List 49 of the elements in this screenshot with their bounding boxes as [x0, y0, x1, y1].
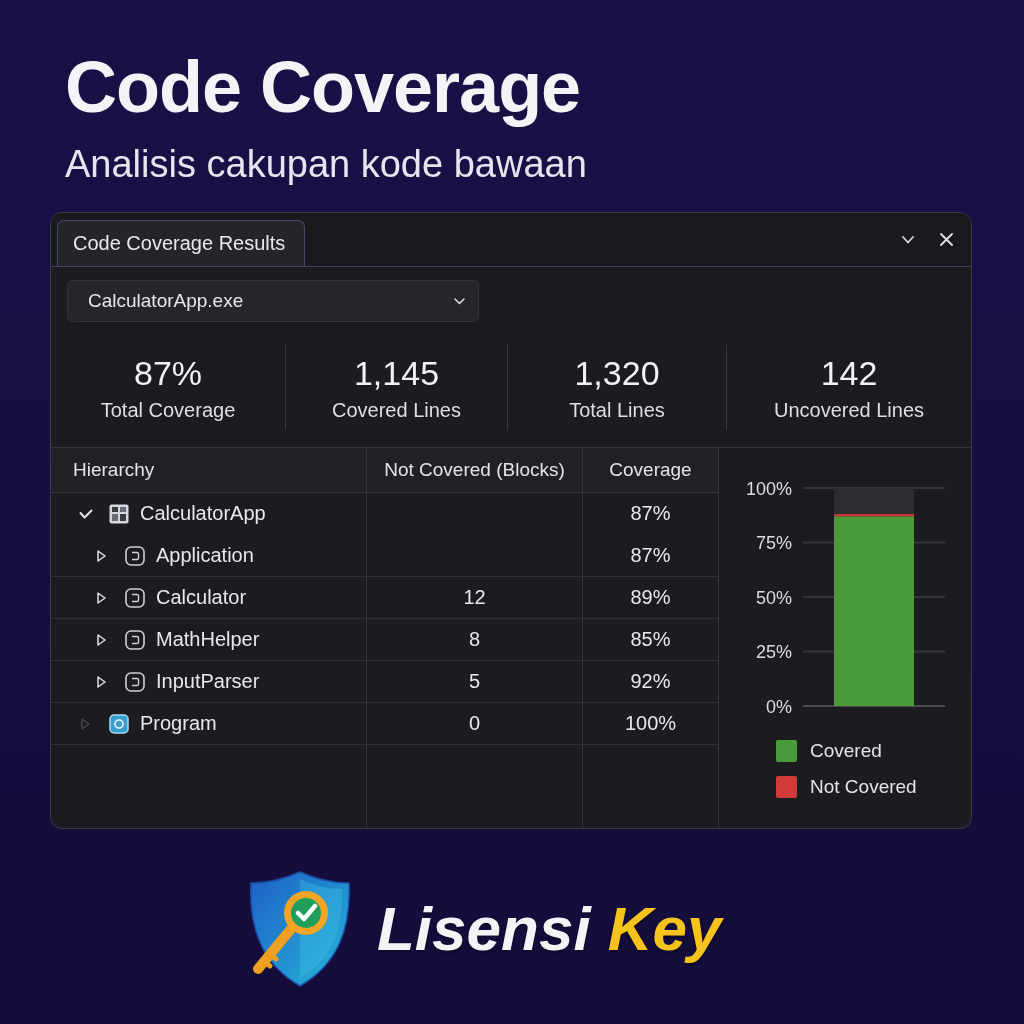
stat-value: 1,145: [353, 353, 440, 393]
stat-value: 87%: [133, 353, 203, 393]
legend-label: Covered: [810, 740, 882, 762]
legend-label: Not Covered: [810, 776, 917, 798]
table-cell-text: 100%: [623, 711, 678, 736]
table-cell: 5: [367, 661, 583, 702]
page-subtitle: Analisis cakupan kode bawaan: [65, 142, 587, 186]
logo-text: Key: [607, 893, 722, 965]
axis-label: 0%: [766, 696, 792, 717]
table-cell: 0: [367, 703, 583, 744]
tree-item-label[interactable]: Application: [156, 544, 254, 567]
axis-label: 75%: [755, 533, 792, 553]
tree-item-label[interactable]: Program: [140, 712, 217, 735]
close-icon[interactable]: [940, 233, 953, 246]
column-header[interactable]: Coverage: [583, 448, 718, 492]
tree-item-label[interactable]: CalculatorApp: [140, 502, 266, 525]
table-cell-text: 89%: [629, 585, 672, 610]
bracket-icon: [125, 671, 145, 692]
logo-text: Lisensi: [377, 893, 591, 965]
axis-label: 25%: [755, 642, 792, 662]
stat-label: Uncovered Lines: [773, 398, 925, 423]
tree-item-label[interactable]: InputParser: [156, 670, 260, 693]
chevron-down-icon: [454, 297, 465, 305]
stat-value: 1,320: [574, 353, 660, 393]
check-icon[interactable]: [79, 508, 93, 519]
tab[interactable]: Code Coverage Results: [57, 220, 305, 266]
bracket-icon: [125, 587, 145, 608]
column-header[interactable]: Not Covered (Blocks): [367, 448, 583, 492]
table-cell-text: 87%: [629, 501, 672, 526]
table-cell-text: 85%: [629, 627, 672, 652]
chevron-down-icon[interactable]: [902, 235, 914, 244]
stat-label: Total Coverage: [100, 398, 236, 423]
table-cell-text: 92%: [629, 669, 672, 694]
bracket-icon: [125, 545, 145, 566]
app-icon: [109, 713, 129, 734]
tree-item-label[interactable]: Calculator: [156, 586, 247, 609]
bracket-icon: [125, 629, 145, 650]
stat-value: 142: [820, 353, 878, 393]
stat-label: Total Lines: [569, 398, 665, 423]
file-dropdown[interactable]: CalculatorApp.exe: [67, 280, 479, 322]
axis-label: 50%: [755, 587, 792, 608]
axis-label: 100%: [745, 478, 792, 499]
table-cell: 8: [367, 619, 583, 660]
grid-icon: [109, 503, 129, 524]
column-header[interactable]: Hierarchy: [51, 448, 367, 492]
stat-label: Covered Lines: [332, 398, 461, 423]
tree-item-label[interactable]: MathHelper: [156, 628, 260, 651]
table-cell: 12: [367, 577, 583, 618]
table-cell-text: 87%: [629, 543, 672, 568]
